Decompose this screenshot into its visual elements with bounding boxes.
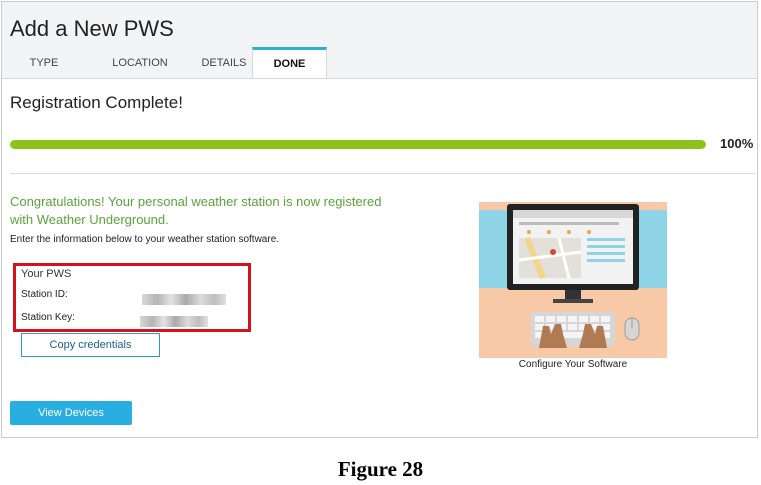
tab-type[interactable]: TYPE: [2, 48, 86, 78]
progress-fill: [10, 140, 706, 149]
tab-location[interactable]: LOCATION: [86, 48, 194, 78]
progress-bar: [10, 140, 706, 149]
map-pin-icon: [550, 249, 556, 255]
illustration-caption: Configure Your Software: [518, 359, 628, 370]
station-key-value-redacted: [140, 316, 208, 327]
station-id-label: Station ID:: [21, 289, 68, 300]
registration-panel: Add a New PWS TYPE LOCATION DETAILS DONE…: [1, 1, 758, 438]
station-id-value-redacted: [142, 294, 226, 305]
station-key-label: Station Key:: [21, 312, 75, 323]
tab-done[interactable]: DONE: [252, 47, 327, 78]
congratulations-message: Congratulations! Your personal weather s…: [10, 194, 382, 227]
progress-percent: 100%: [720, 136, 754, 151]
page-header: Add a New PWS TYPE LOCATION DETAILS DONE: [2, 2, 757, 79]
divider: [10, 173, 755, 174]
view-devices-button[interactable]: View Devices: [10, 401, 132, 425]
configure-software-illustration: [479, 202, 667, 358]
figure-caption: Figure 28: [337, 457, 424, 481]
instructions-text: Enter the information below to your weat…: [10, 234, 280, 245]
copy-credentials-button[interactable]: Copy credentials: [21, 333, 160, 357]
page-title: Add a New PWS: [10, 16, 174, 41]
pws-heading: Your PWS: [21, 268, 72, 280]
registration-heading: Registration Complete!: [10, 93, 183, 112]
tab-details[interactable]: DETAILS: [194, 48, 254, 78]
